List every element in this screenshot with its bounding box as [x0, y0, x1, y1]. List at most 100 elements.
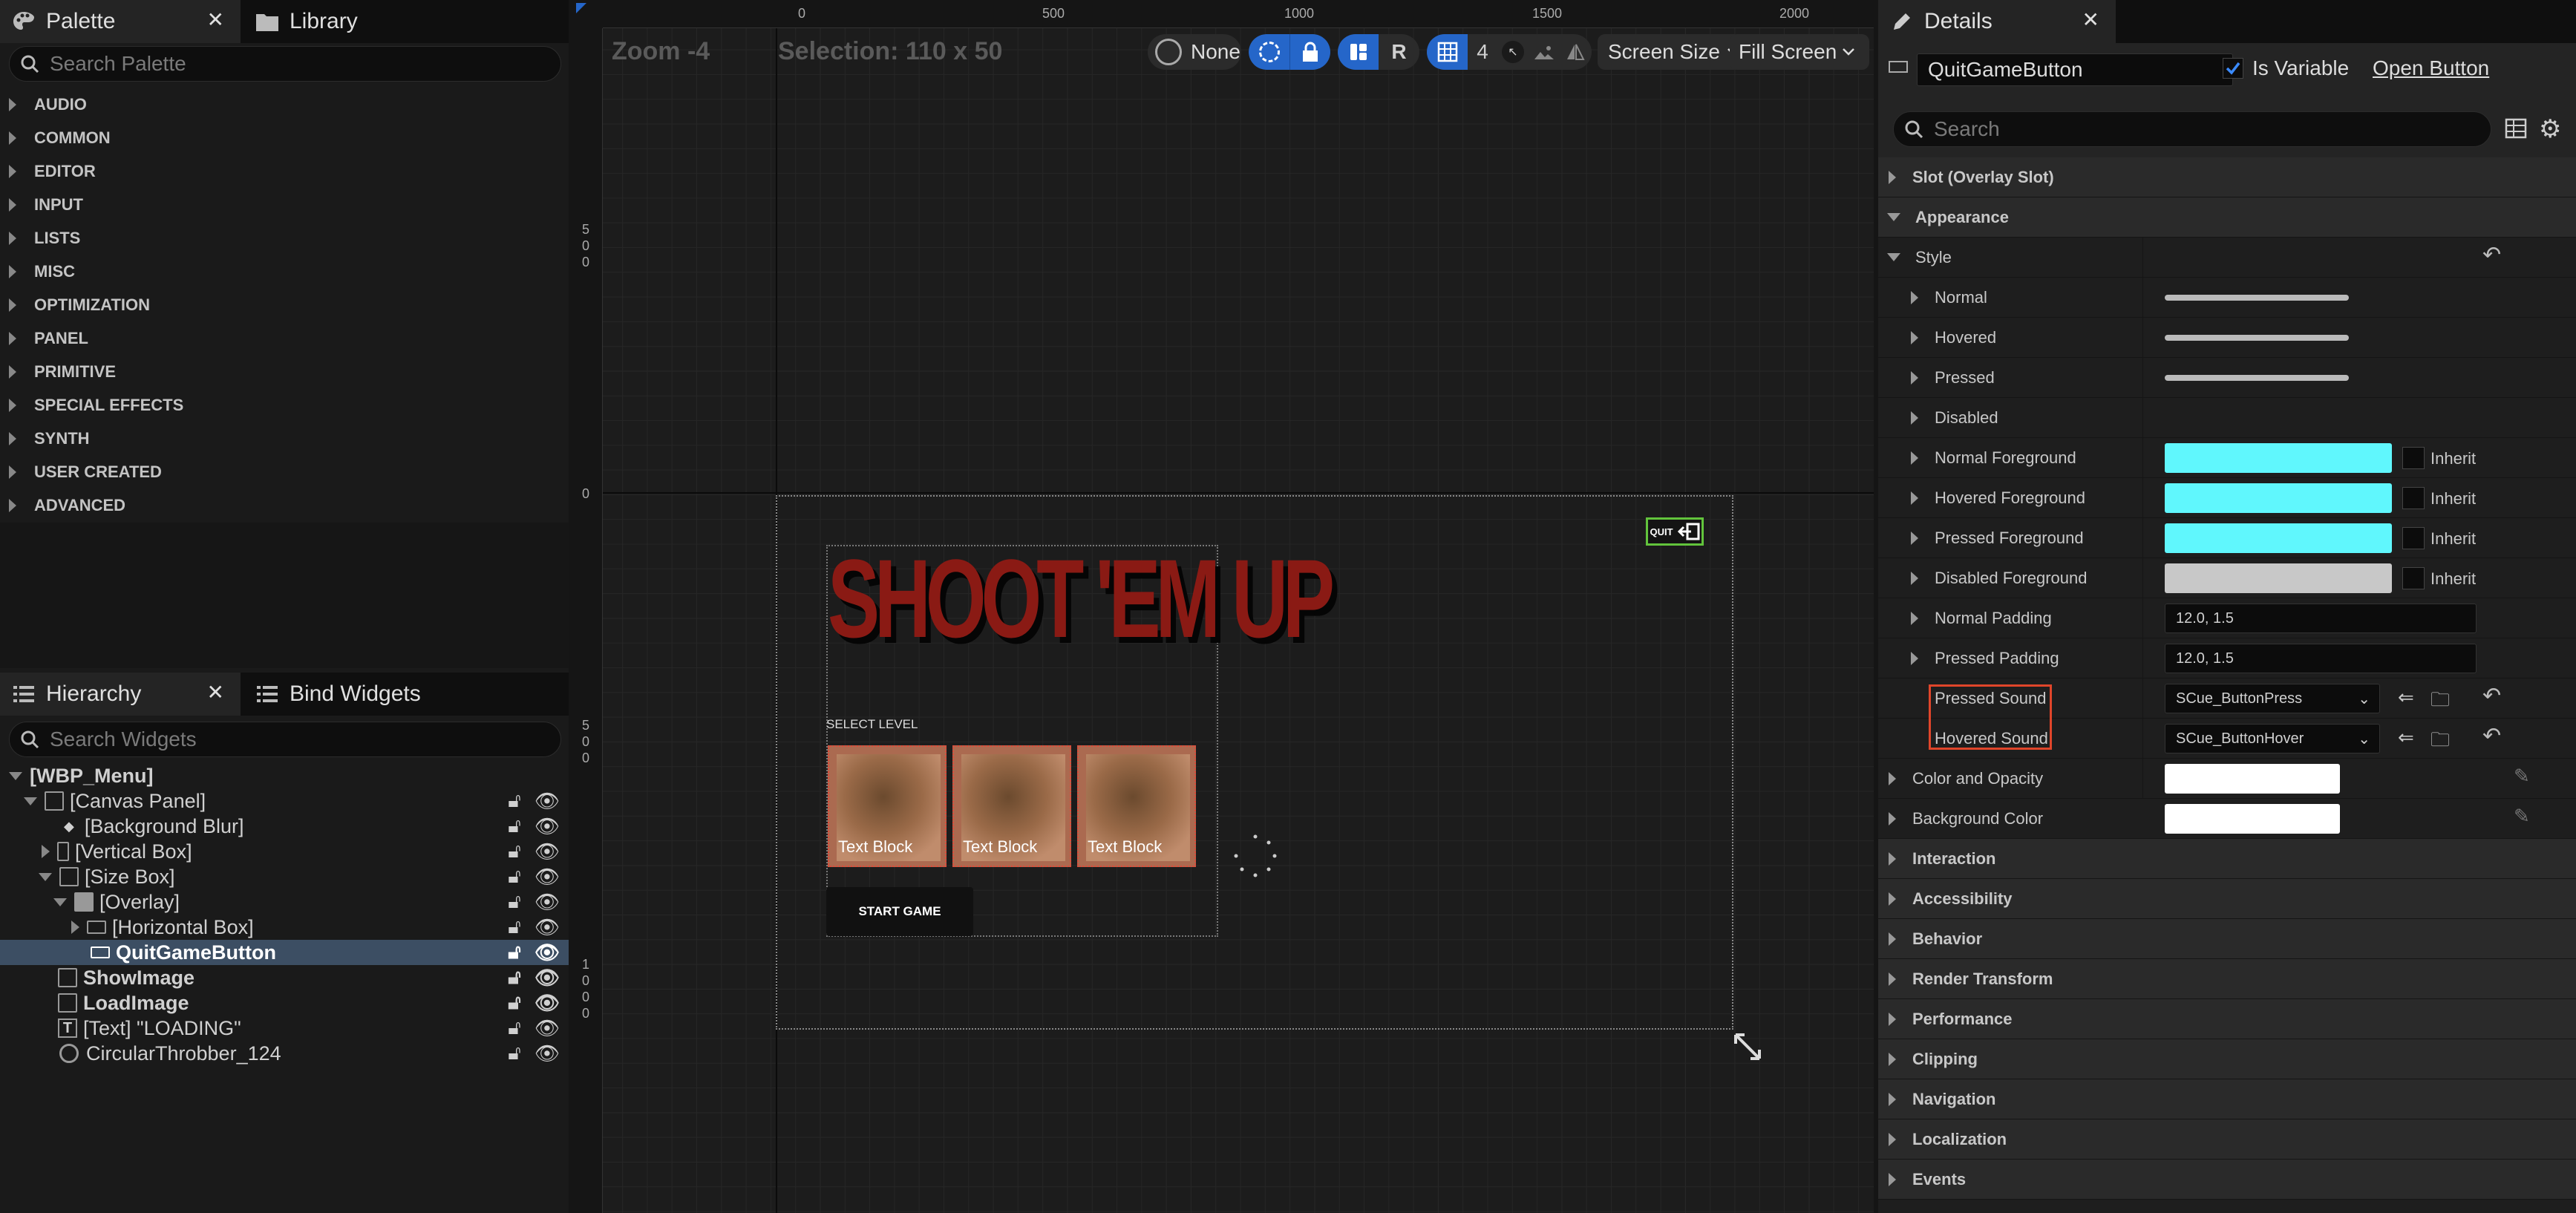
palette-category[interactable]: EDITOR — [0, 154, 569, 188]
lock-icon[interactable]: 🔓︎ — [508, 1042, 521, 1065]
eye-hidden-icon[interactable]: 👁︎ — [535, 966, 560, 990]
eye-icon[interactable]: 👁︎ — [535, 991, 560, 1015]
lock-icon[interactable]: 🔓︎ — [508, 991, 521, 1015]
eye-icon[interactable]: 👁︎ — [535, 1016, 560, 1040]
is-variable-checkbox[interactable] — [2223, 58, 2243, 79]
palette-search[interactable] — [9, 46, 561, 82]
expand-arrow-icon[interactable] — [42, 845, 50, 858]
pressed-sound-dropdown[interactable]: SCue_ButtonPress ⌄ — [2165, 684, 2380, 713]
tree-item-background-blur[interactable]: ◆ [Background Blur] 🔓︎ 👁︎ — [0, 814, 569, 839]
section-render-transform[interactable]: Render Transform — [1878, 959, 2576, 999]
flip-button[interactable] — [1560, 34, 1591, 70]
collapse-arrow-icon[interactable] — [53, 898, 67, 906]
tab-details[interactable]: Details ✕ — [1878, 0, 2116, 43]
localization-preview-button[interactable]: None — [1148, 34, 1241, 70]
settings-gear-icon[interactable]: ⚙ — [2539, 114, 2561, 144]
property-disabled-foreground[interactable]: Disabled Foreground Inherit — [1878, 558, 2576, 598]
property-style[interactable]: Style ↶ — [1878, 238, 2576, 278]
property-normal-padding[interactable]: Normal Padding 12.0, 1.5 — [1878, 598, 2576, 638]
hierarchy-search-input[interactable] — [48, 727, 481, 752]
tree-item-loading-text[interactable]: T [Text] "LOADING" 🔓︎ 👁︎ — [0, 1016, 569, 1041]
reset-arrow-icon[interactable]: ↶ — [2482, 242, 2501, 268]
property-hovered[interactable]: Hovered — [1878, 318, 2576, 358]
grid-snap-toggle[interactable] — [1427, 34, 1468, 70]
eyedropper-icon[interactable]: ✎ — [2514, 805, 2530, 828]
padding-value-field[interactable]: 12.0, 1.5 — [2165, 604, 2477, 633]
collapse-arrow-icon[interactable] — [39, 872, 52, 881]
table-view-icon[interactable] — [2505, 117, 2527, 140]
section-clipping[interactable]: Clipping — [1878, 1039, 2576, 1079]
eye-icon[interactable]: 👁︎ — [535, 814, 560, 838]
inherit-checkbox[interactable] — [2402, 447, 2425, 469]
collapse-arrow-icon[interactable] — [9, 771, 22, 780]
tree-item-size-box[interactable]: [Size Box] 🔓︎ 👁︎ — [0, 864, 569, 889]
tab-bind-widgets[interactable]: Bind Widgets — [243, 673, 488, 716]
tree-item-quit-game-button[interactable]: QuitGameButton 🔓︎ 👁︎ — [0, 940, 569, 965]
expand-arrow-icon[interactable] — [71, 921, 79, 934]
resize-handle-icon[interactable] — [1731, 1030, 1764, 1063]
tree-item-canvas-panel[interactable]: [Canvas Panel] 🔓︎ 👁︎ — [0, 788, 569, 814]
tab-palette[interactable]: Palette ✕ — [0, 0, 241, 43]
level-card[interactable]: Text Block — [1077, 745, 1196, 867]
palette-category[interactable]: COMMON — [0, 121, 569, 154]
level-card[interactable]: Text Block — [952, 745, 1071, 867]
section-interaction[interactable]: Interaction — [1878, 839, 2576, 879]
color-swatch[interactable] — [2165, 764, 2340, 794]
use-selected-arrow-icon[interactable]: ⇐ — [2398, 686, 2414, 709]
tree-item-wbp-menu[interactable]: [WBP_Menu] — [0, 763, 569, 788]
grid-snap-value[interactable]: 4 — [1468, 34, 1497, 70]
section-slot[interactable]: Slot (Overlay Slot) — [1878, 157, 2576, 197]
property-pressed[interactable]: Pressed — [1878, 358, 2576, 398]
color-swatch[interactable] — [2165, 443, 2392, 473]
r-toggle-button[interactable]: R — [1379, 34, 1419, 70]
hovered-sound-dropdown[interactable]: SCue_ButtonHover ⌄ — [2165, 724, 2380, 753]
pointer-tool-button[interactable]: ↖ — [1497, 34, 1529, 70]
lock-icon[interactable]: 🔓︎ — [508, 941, 521, 964]
palette-category[interactable]: LISTS — [0, 221, 569, 255]
eye-icon[interactable]: 👁︎ — [535, 789, 560, 813]
close-icon[interactable]: ✕ — [207, 7, 224, 32]
section-accessibility[interactable]: Accessibility — [1878, 879, 2576, 919]
eye-icon[interactable]: 👁︎ — [535, 840, 560, 863]
widget-name-field[interactable]: QuitGameButton — [1917, 53, 2233, 86]
close-icon[interactable]: ✕ — [207, 680, 224, 704]
collapse-arrow-icon[interactable] — [24, 797, 37, 805]
property-disabled[interactable]: Disabled — [1878, 398, 2576, 438]
start-game-button[interactable]: START GAME — [826, 887, 973, 936]
property-normal[interactable]: Normal — [1878, 278, 2576, 318]
eyedropper-icon[interactable]: ✎ — [2514, 765, 2530, 788]
palette-category[interactable]: PRIMITIVE — [0, 355, 569, 388]
inherit-checkbox[interactable] — [2402, 567, 2425, 589]
section-behavior[interactable]: Behavior — [1878, 919, 2576, 959]
quit-game-button-preview[interactable]: QUIT — [1646, 517, 1704, 546]
property-normal-foreground[interactable]: Normal Foreground Inherit — [1878, 438, 2576, 478]
palette-category[interactable]: USER CREATED — [0, 455, 569, 488]
lock-icon[interactable]: 🔓︎ — [508, 840, 521, 863]
palette-category[interactable]: AUDIO — [0, 88, 569, 121]
level-card[interactable]: Text Block — [828, 745, 947, 867]
property-color-and-opacity[interactable]: Color and Opacity ✎ — [1878, 759, 2576, 799]
tree-item-horizontal-box[interactable]: [Horizontal Box] 🔓︎ 👁︎ — [0, 915, 569, 940]
section-localization[interactable]: Localization — [1878, 1119, 2576, 1160]
dashed-select-button[interactable] — [1249, 34, 1289, 70]
use-selected-arrow-icon[interactable]: ⇐ — [2398, 726, 2414, 749]
lock-icon[interactable]: 🔓︎ — [508, 915, 521, 939]
tree-item-circular-throbber[interactable]: CircularThrobber_124 🔓︎ 👁︎ — [0, 1041, 569, 1066]
tree-item-vertical-box[interactable]: [Vertical Box] 🔓︎ 👁︎ — [0, 839, 569, 864]
palette-category[interactable]: ADVANCED — [0, 488, 569, 522]
palette-search-input[interactable] — [48, 51, 481, 76]
reset-arrow-icon[interactable]: ↶ — [2482, 683, 2501, 709]
tree-item-overlay[interactable]: [Overlay] 🔓︎ 👁︎ — [0, 889, 569, 915]
color-swatch[interactable] — [2165, 523, 2392, 553]
section-performance[interactable]: Performance — [1878, 999, 2576, 1039]
fill-screen-dropdown[interactable]: Fill Screen — [1730, 34, 1869, 70]
browse-folder-icon[interactable]: 🗀︎ — [2430, 726, 2450, 759]
eye-icon[interactable]: 👁︎ — [535, 865, 560, 889]
palette-category[interactable]: PANEL — [0, 321, 569, 355]
color-swatch[interactable] — [2165, 563, 2392, 593]
details-search[interactable] — [1893, 111, 2491, 147]
lock-toggle-button[interactable] — [1289, 34, 1330, 70]
lock-icon[interactable]: 🔓︎ — [508, 865, 521, 889]
reset-arrow-icon[interactable]: ↶ — [2482, 723, 2501, 749]
property-pressed-foreground[interactable]: Pressed Foreground Inherit — [1878, 518, 2576, 558]
